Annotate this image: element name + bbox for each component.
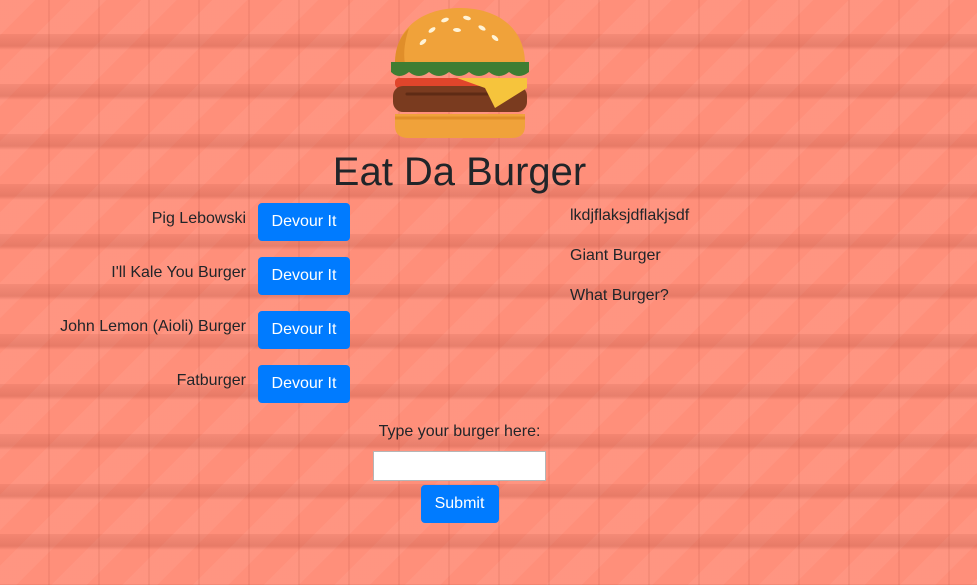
- uneaten-burger-list: Pig Lebowski Devour It I'll Kale You Bur…: [0, 203, 350, 419]
- list-item: What Burger?: [570, 287, 669, 304]
- burger-name: Fatburger: [176, 372, 246, 389]
- list-item: lkdjflaksjdflakjsdf: [570, 207, 690, 224]
- submit-button[interactable]: Submit: [420, 485, 499, 523]
- add-burger-form: Type your burger here: Submit: [0, 421, 919, 523]
- list-item: Pig Lebowski Devour It: [0, 203, 350, 241]
- list-item: Fatburger Devour It: [0, 365, 350, 403]
- burger-input-label: Type your burger here:: [378, 423, 541, 440]
- burger-name: Pig Lebowski: [151, 210, 246, 227]
- burger-icon: [391, 8, 529, 138]
- eaten-burger-list: lkdjflaksjdflakjsdf Giant Burger What Bu…: [570, 204, 689, 324]
- devour-button[interactable]: Devour It: [258, 365, 350, 403]
- devour-button[interactable]: Devour It: [258, 257, 350, 295]
- burger-name: John Lemon (Aioli) Burger: [60, 318, 246, 335]
- page-title: Eat Da Burger: [332, 150, 587, 194]
- devour-button[interactable]: Devour It: [258, 311, 350, 349]
- burger-input[interactable]: [373, 451, 546, 481]
- burger-name: I'll Kale You Burger: [111, 264, 246, 281]
- devour-button[interactable]: Devour It: [258, 203, 350, 241]
- list-item: John Lemon (Aioli) Burger Devour It: [0, 311, 350, 349]
- list-item: Giant Burger: [570, 247, 661, 264]
- burger-logo: [387, 6, 533, 140]
- list-item: I'll Kale You Burger Devour It: [0, 257, 350, 295]
